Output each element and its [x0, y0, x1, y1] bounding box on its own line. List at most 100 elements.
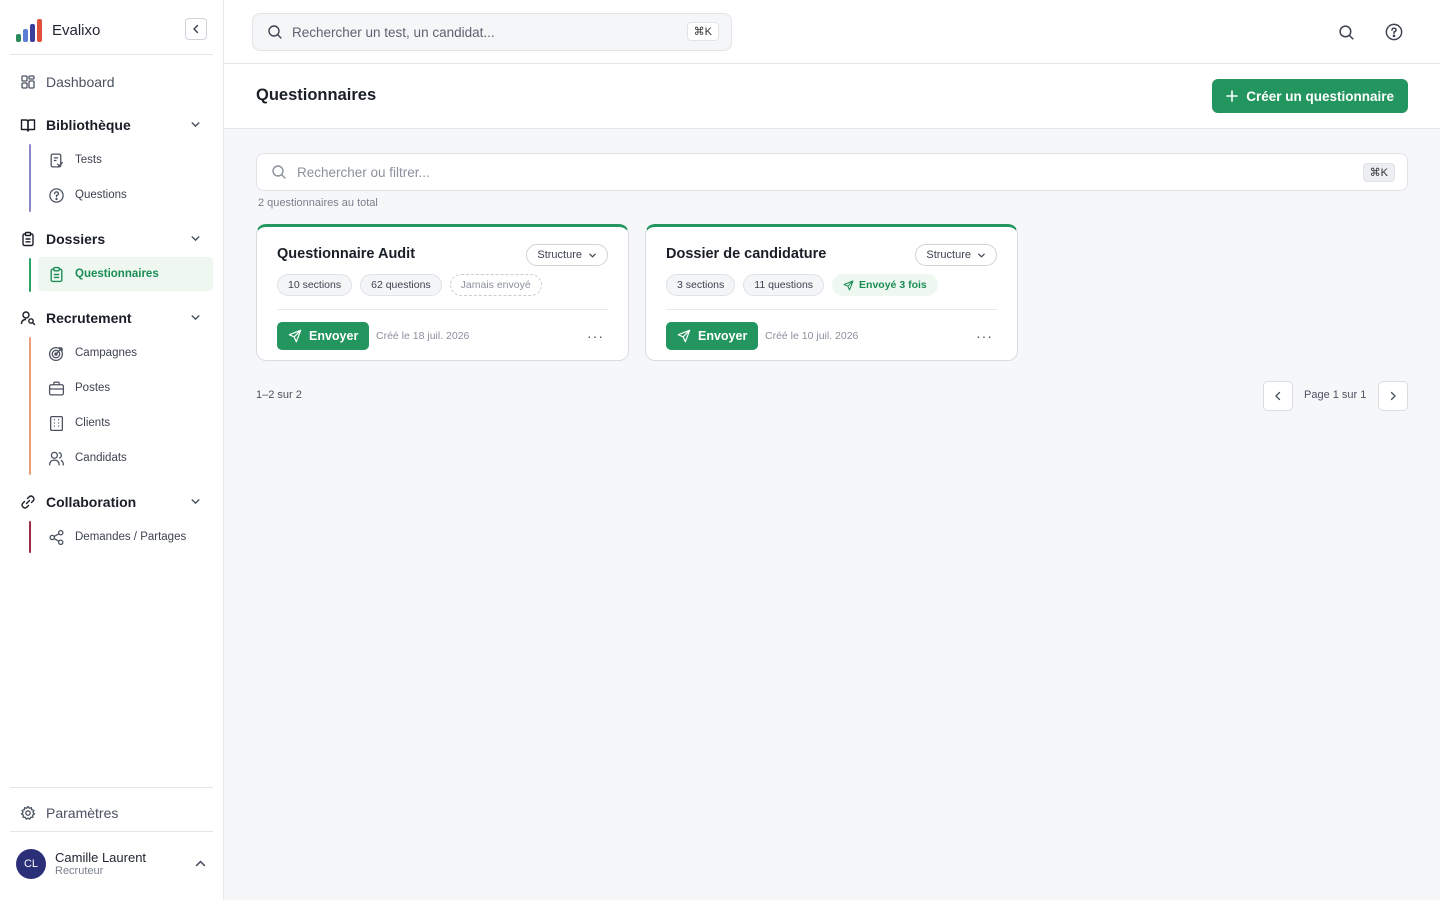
send-label: Envoyer — [698, 329, 748, 343]
sidebar-item-label: Dashboard — [46, 74, 115, 90]
global-search-input[interactable]: Rechercher un test, un candidat... ⌘K — [252, 13, 732, 51]
send-icon — [843, 280, 854, 290]
chevron-down-icon — [589, 253, 596, 258]
topbar: Rechercher un test, un candidat... ⌘K — [224, 0, 1440, 64]
page-indicator: Page 1 sur 1 — [1304, 389, 1367, 401]
pagination-range: 1–2 sur 2 — [256, 389, 302, 401]
gear-icon — [20, 805, 36, 821]
card-title: Dossier de candidature — [666, 246, 827, 262]
structure-dropdown[interactable]: Structure — [526, 244, 608, 266]
structure-dropdown[interactable]: Structure — [915, 244, 997, 266]
share-icon — [48, 529, 65, 546]
questions-badge: 62 questions — [360, 274, 442, 296]
sidebar-section-bibliotheque[interactable]: Bibliothèque — [10, 108, 213, 142]
card-title: Questionnaire Audit — [277, 246, 416, 262]
help-circle-icon — [48, 187, 65, 204]
sidebar-item-questions[interactable]: Questions — [38, 178, 213, 212]
plus-icon — [1226, 90, 1239, 102]
sidebar-item-demandes-partages[interactable]: Demandes / Partages — [38, 520, 213, 554]
sidebar-item-parametres[interactable]: Paramètres — [10, 796, 213, 830]
send-label: Envoyer — [309, 329, 359, 343]
send-button[interactable]: Envoyer — [666, 322, 759, 350]
user-menu[interactable]: CL Camille Laurent Recruteur — [16, 848, 213, 880]
sidebar-item-label: Questionnaires — [75, 268, 159, 280]
sidebar-item-questionnaires[interactable]: Questionnaires — [38, 257, 213, 291]
sidebar-item-clients[interactable]: Clients — [38, 406, 213, 440]
logo-icon — [16, 18, 42, 42]
sidebar-item-dashboard[interactable]: Dashboard — [10, 65, 213, 99]
chevron-down-icon — [191, 236, 200, 242]
sidebar-section-label: Collaboration — [46, 494, 137, 510]
sidebar-item-label: Paramètres — [46, 805, 119, 821]
sidebar: Evalixo Dashboard Bibliothèque Tests Que… — [0, 0, 224, 900]
status-badge: Envoyé 3 fois — [832, 274, 938, 296]
sidebar-item-campagnes[interactable]: Campagnes — [38, 336, 213, 370]
chevron-down-icon — [191, 499, 200, 505]
app-name: Evalixo — [52, 21, 101, 39]
chevron-left-icon — [1275, 391, 1281, 401]
search-icon — [1338, 24, 1354, 40]
user-search-icon — [20, 310, 36, 326]
help-circle-icon — [1385, 23, 1403, 41]
collapse-sidebar-button[interactable] — [185, 18, 207, 40]
brand[interactable]: Evalixo — [16, 16, 100, 44]
sidebar-section-label: Bibliothèque — [46, 117, 131, 133]
created-date: Créé le 18 juil. 2026 — [376, 330, 470, 342]
chevron-down-icon — [191, 122, 200, 128]
sidebar-section-dossiers[interactable]: Dossiers — [10, 222, 213, 256]
filter-input[interactable]: Rechercher ou filtrer... ⌘K — [256, 153, 1408, 191]
more-options-icon[interactable]: ··· — [976, 328, 993, 344]
questionnaire-card[interactable]: Questionnaire Audit Structure 10 section… — [256, 224, 629, 361]
sidebar-section-recrutement[interactable]: Recrutement — [10, 301, 213, 335]
book-open-icon — [20, 117, 36, 133]
sidebar-section-label: Recrutement — [46, 310, 132, 326]
total-count: 2 questionnaires au total — [258, 197, 378, 209]
building-icon — [48, 415, 65, 432]
search-icon — [268, 25, 282, 39]
clipboard-list-icon — [48, 266, 65, 283]
card-chips: 10 sections 62 questions Jamais envoyé — [277, 274, 542, 296]
sidebar-section-collaboration[interactable]: Collaboration — [10, 485, 213, 519]
sections-badge: 3 sections — [666, 274, 736, 296]
create-questionnaire-button[interactable]: Créer un questionnaire — [1212, 79, 1408, 113]
sidebar-item-label: Campagnes — [75, 347, 138, 359]
structure-label: Structure — [926, 249, 971, 261]
filter-placeholder: Rechercher ou filtrer... — [297, 164, 430, 180]
users-icon — [48, 450, 65, 467]
tree-line — [29, 144, 31, 212]
user-role: Recruteur — [55, 865, 104, 877]
more-options-icon[interactable]: ··· — [587, 328, 604, 344]
sidebar-item-label: Postes — [75, 382, 111, 394]
next-page-button[interactable] — [1378, 381, 1408, 411]
create-button-label: Créer un questionnaire — [1246, 88, 1394, 104]
card-divider — [277, 309, 608, 310]
sidebar-divider — [10, 831, 213, 832]
sidebar-divider — [10, 787, 213, 788]
search-button[interactable] — [1335, 21, 1357, 43]
created-date: Créé le 10 juil. 2026 — [765, 330, 859, 342]
user-name: Camille Laurent — [55, 850, 147, 865]
avatar: CL — [16, 849, 46, 879]
sidebar-item-candidats[interactable]: Candidats — [38, 441, 213, 475]
chevron-down-icon — [978, 253, 985, 258]
sidebar-divider — [10, 54, 213, 55]
help-button[interactable] — [1383, 21, 1405, 43]
card-chips: 3 sections 11 questions Envoyé 3 fois — [666, 274, 938, 296]
checklist-icon — [48, 152, 65, 169]
search-icon — [272, 165, 286, 179]
sidebar-section-label: Dossiers — [46, 231, 106, 247]
sidebar-item-tests[interactable]: Tests — [38, 143, 213, 177]
sections-badge: 10 sections — [277, 274, 353, 296]
global-search-placeholder: Rechercher un test, un candidat... — [292, 24, 495, 40]
send-button[interactable]: Envoyer — [277, 322, 370, 350]
previous-page-button[interactable] — [1263, 381, 1293, 411]
tree-line — [29, 337, 31, 475]
questionnaire-card[interactable]: Dossier de candidature Structure 3 secti… — [645, 224, 1018, 361]
chevron-left-icon — [193, 24, 199, 34]
page-header: Questionnaires Créer un questionnaire — [224, 64, 1440, 129]
sidebar-item-label: Tests — [75, 154, 102, 166]
chevron-up-icon — [195, 860, 206, 867]
tree-line — [29, 258, 31, 292]
clipboard-icon — [20, 231, 36, 247]
sidebar-item-postes[interactable]: Postes — [38, 371, 213, 405]
